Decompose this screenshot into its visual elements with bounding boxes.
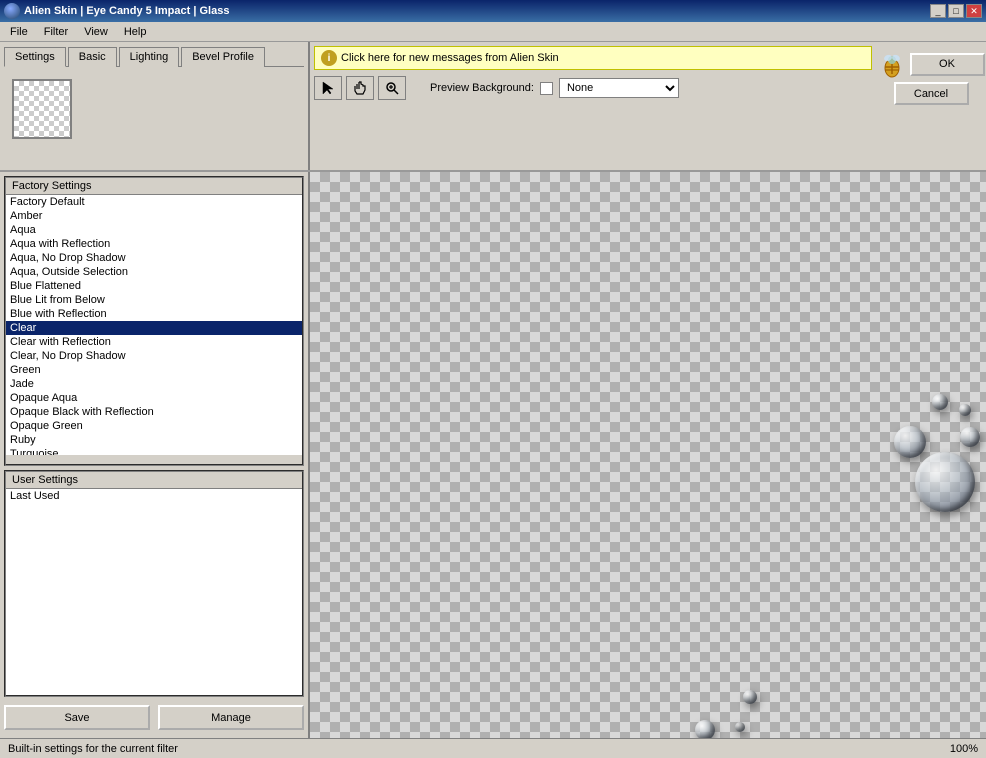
preview-thumbnail bbox=[12, 79, 72, 139]
factory-list-item[interactable]: Aqua with Reflection bbox=[6, 237, 302, 251]
factory-list-item[interactable]: Blue Lit from Below bbox=[6, 293, 302, 307]
factory-list-item[interactable]: Aqua bbox=[6, 223, 302, 237]
title-bar-text: Alien Skin | Eye Candy 5 Impact | Glass bbox=[24, 5, 229, 17]
factory-list-item[interactable]: Clear bbox=[6, 321, 302, 335]
factory-list-item[interactable]: Turquoise bbox=[6, 447, 302, 455]
title-bar-controls[interactable]: _ □ ✕ bbox=[930, 4, 982, 18]
save-button[interactable]: Save bbox=[4, 705, 150, 730]
status-bar: Built-in settings for the current filter… bbox=[0, 738, 986, 758]
menu-bar: File Filter View Help bbox=[0, 22, 986, 42]
glass-drop bbox=[959, 404, 971, 416]
glass-drop bbox=[915, 452, 975, 512]
glass-drop bbox=[743, 690, 757, 704]
factory-list-item[interactable]: Blue with Reflection bbox=[6, 307, 302, 321]
glass-drop bbox=[695, 720, 715, 738]
hand-tool-button[interactable] bbox=[346, 76, 374, 100]
factory-list-item[interactable]: Amber bbox=[6, 209, 302, 223]
factory-list-item[interactable]: Opaque Green bbox=[6, 419, 302, 433]
ok-button[interactable]: OK bbox=[910, 53, 985, 76]
menu-help[interactable]: Help bbox=[116, 24, 155, 40]
left-panel: Settings Basic Lighting Bevel Profile bbox=[0, 42, 310, 170]
title-bar-left: Alien Skin | Eye Candy 5 Impact | Glass bbox=[4, 3, 229, 19]
toolbar-row: Preview Background: None White Black Gra… bbox=[314, 76, 872, 100]
glass-drop bbox=[960, 427, 980, 447]
factory-list-item[interactable]: Green bbox=[6, 363, 302, 377]
user-list-item[interactable]: Last Used bbox=[6, 489, 302, 503]
preview-bg-row: Preview Background: None White Black Gra… bbox=[430, 78, 679, 98]
message-bar[interactable]: i Click here for new messages from Alien… bbox=[314, 46, 872, 70]
tab-basic[interactable]: Basic bbox=[68, 47, 117, 67]
tab-bevel-profile[interactable]: Bevel Profile bbox=[181, 47, 265, 67]
info-icon: i bbox=[321, 50, 337, 66]
preview-bg-label: Preview Background: bbox=[430, 82, 534, 94]
factory-list-item[interactable]: Ruby bbox=[6, 433, 302, 447]
factory-list-item[interactable]: Blue Flattened bbox=[6, 279, 302, 293]
bottom-area: Factory Settings Factory DefaultAmberAqu… bbox=[0, 172, 986, 738]
status-text: Built-in settings for the current filter bbox=[8, 743, 178, 755]
factory-list-item[interactable]: Clear with Reflection bbox=[6, 335, 302, 349]
menu-file[interactable]: File bbox=[2, 24, 36, 40]
preview-bg-select[interactable]: None White Black Gray bbox=[559, 78, 679, 98]
menu-view[interactable]: View bbox=[76, 24, 116, 40]
bottom-buttons: Save Manage bbox=[4, 701, 304, 734]
user-settings-group: User Settings Last Used bbox=[4, 470, 304, 697]
factory-list-item[interactable]: Aqua, Outside Selection bbox=[6, 265, 302, 279]
zoom-tool-button[interactable] bbox=[378, 76, 406, 100]
tab-settings[interactable]: Settings bbox=[4, 47, 66, 67]
factory-list-item[interactable]: Jade bbox=[6, 377, 302, 391]
factory-list-item[interactable]: Factory Default bbox=[6, 195, 302, 209]
main-content: Settings Basic Lighting Bevel Profile i … bbox=[0, 42, 986, 738]
factory-list-item[interactable]: Aqua, No Drop Shadow bbox=[6, 251, 302, 265]
app-icon bbox=[4, 3, 20, 19]
manage-button[interactable]: Manage bbox=[158, 705, 304, 730]
user-settings-title: User Settings bbox=[6, 472, 302, 489]
factory-settings-title: Factory Settings bbox=[6, 178, 302, 195]
factory-list-item[interactable]: Opaque Aqua bbox=[6, 391, 302, 405]
factory-settings-list[interactable]: Factory DefaultAmberAquaAqua with Reflec… bbox=[6, 195, 302, 455]
tab-lighting[interactable]: Lighting bbox=[119, 47, 180, 67]
glass-drop bbox=[735, 722, 745, 732]
glass-drop bbox=[932, 394, 948, 410]
tabs: Settings Basic Lighting Bevel Profile bbox=[0, 42, 308, 66]
minimize-button[interactable]: _ bbox=[930, 4, 946, 18]
message-text: Click here for new messages from Alien S… bbox=[341, 52, 559, 64]
factory-list-item[interactable]: Opaque Black with Reflection bbox=[6, 405, 302, 419]
select-tool-button[interactable] bbox=[314, 76, 342, 100]
preview-bg-checkbox[interactable] bbox=[540, 82, 553, 95]
factory-settings-group: Factory Settings Factory DefaultAmberAqu… bbox=[4, 176, 304, 466]
title-bar: Alien Skin | Eye Candy 5 Impact | Glass … bbox=[0, 0, 986, 22]
lists-panel: Factory Settings Factory DefaultAmberAqu… bbox=[0, 172, 310, 738]
glass-drop bbox=[894, 426, 926, 458]
right-top-panel: i Click here for new messages from Alien… bbox=[310, 42, 876, 170]
zoom-level: 100% bbox=[950, 743, 978, 755]
menu-filter[interactable]: Filter bbox=[36, 24, 76, 40]
ok-cancel-panel: OK Cancel bbox=[876, 42, 986, 170]
factory-list-item[interactable]: Clear, No Drop Shadow bbox=[6, 349, 302, 363]
maximize-button[interactable]: □ bbox=[948, 4, 964, 18]
preview-area bbox=[310, 172, 986, 738]
cancel-button[interactable]: Cancel bbox=[894, 82, 969, 105]
close-button[interactable]: ✕ bbox=[966, 4, 982, 18]
top-area: Settings Basic Lighting Bevel Profile i … bbox=[0, 42, 986, 172]
user-settings-list[interactable]: Last Used bbox=[6, 489, 302, 695]
ok-bee-icon bbox=[878, 50, 906, 78]
